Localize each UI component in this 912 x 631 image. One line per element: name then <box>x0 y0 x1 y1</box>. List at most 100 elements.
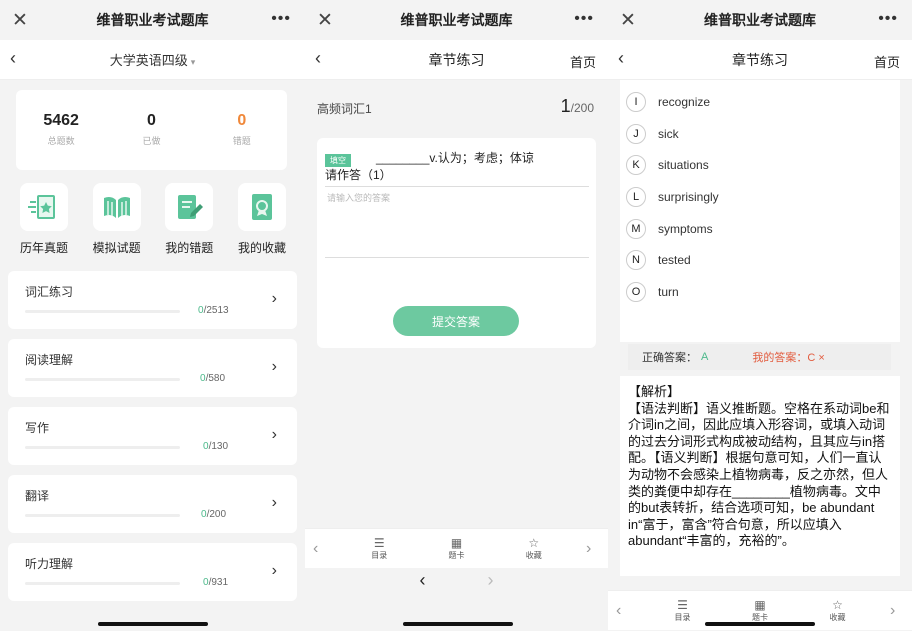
option-key: O <box>626 281 646 302</box>
answer-card-button[interactable]: ▦ 题卡 <box>432 536 482 561</box>
back-icon[interactable]: ‹ <box>10 48 16 69</box>
fav-label: 收藏 <box>829 613 846 622</box>
option-i[interactable]: Irecognize <box>620 86 900 118</box>
browser-back-icon[interactable]: ‹ <box>420 570 426 602</box>
progress-bar <box>25 514 180 517</box>
answer-card-button[interactable]: ▦ 题卡 <box>735 598 785 623</box>
home-link[interactable]: 首页 <box>570 52 596 71</box>
option-key: M <box>626 218 646 239</box>
nav-bar: ‹ 大学英语四级 ▾ <box>0 40 305 80</box>
option-text: symptoms <box>658 221 713 236</box>
quick-favorites[interactable]: 我的收藏 <box>226 183 298 256</box>
chevron-right-icon: › <box>271 494 277 511</box>
stat-label: 错题 <box>232 136 251 146</box>
home-indicator <box>403 622 513 626</box>
option-text: turn <box>658 284 679 299</box>
progress-count: 0/931 <box>203 577 228 588</box>
progress-bar <box>25 446 180 449</box>
option-j[interactable]: Jsick <box>620 118 900 150</box>
quick-wrong-questions[interactable]: 我的错题 <box>153 183 225 256</box>
close-icon[interactable]: ✕ <box>12 9 28 32</box>
option-l[interactable]: Lsurprisingly <box>620 181 900 213</box>
total-count: /931 <box>208 577 229 588</box>
favorite-button[interactable]: ☆ 收藏 <box>813 598 863 623</box>
favorite-button[interactable]: ☆ 收藏 <box>509 536 559 561</box>
quick-links: 历年真题 模拟试题 我的错题 我的收藏 <box>8 183 298 256</box>
option-o[interactable]: Oturn <box>620 276 900 308</box>
close-icon[interactable]: ✕ <box>620 9 636 32</box>
section-card-translation[interactable]: 翻译 0/200 › <box>8 475 297 533</box>
book-icon <box>92 183 141 231</box>
star-icon: ☆ <box>832 598 843 612</box>
question-text: ________v.认为；考虑；体谅 <box>376 151 534 165</box>
more-icon[interactable]: ••• <box>271 10 291 28</box>
section-title: 写作 <box>25 421 50 435</box>
option-n[interactable]: Ntested <box>620 244 900 276</box>
star-icon: ☆ <box>528 536 540 550</box>
progress-count: 0/130 <box>203 441 228 452</box>
question-counter: 1/200 <box>561 96 594 117</box>
quick-label: 我的错题 <box>165 241 214 255</box>
back-icon[interactable]: ‹ <box>618 48 624 69</box>
total-count: /2513 <box>203 305 229 316</box>
list-icon: ☰ <box>373 536 385 550</box>
question-group: 高频词汇1 <box>317 102 372 116</box>
quick-label: 历年真题 <box>19 241 68 255</box>
home-indicator <box>705 622 815 626</box>
page-title: 章节练习 <box>428 51 485 68</box>
chevron-right-icon[interactable]: › <box>890 602 904 620</box>
section-title: 听力理解 <box>25 557 74 571</box>
catalog-label: 目录 <box>674 613 691 622</box>
section-title: 词汇练习 <box>25 285 74 299</box>
progress-count: 0/200 <box>201 509 226 520</box>
current-number: 1 <box>560 96 571 116</box>
catalog-button[interactable]: ☰ 目录 <box>354 536 404 561</box>
chevron-right-icon: › <box>271 290 277 307</box>
chevron-left-icon[interactable]: ‹ <box>313 540 327 558</box>
stat-label: 已做 <box>142 136 161 146</box>
submit-answer-button[interactable]: 提交答案 <box>393 306 519 336</box>
browser-forward-icon[interactable]: › <box>488 570 494 602</box>
browser-pager: ‹ › <box>305 570 608 602</box>
stat-total: 5462 总题数 <box>21 112 101 170</box>
section-card-vocab[interactable]: 词汇练习 0/2513 › <box>8 271 297 329</box>
section-card-listening[interactable]: 听力理解 0/931 › <box>8 543 297 601</box>
stat-label: 总题数 <box>47 136 75 146</box>
quick-past-exams[interactable]: 历年真题 <box>8 183 80 256</box>
more-icon[interactable]: ••• <box>574 10 594 28</box>
option-m[interactable]: Msymptoms <box>620 213 900 245</box>
question-card: 填空 ________v.认为；考虑；体谅 请作答（1） 请输入您的答案 提交答… <box>317 138 596 348</box>
section-title: 阅读理解 <box>25 353 74 367</box>
stat-value: 0 <box>237 112 247 129</box>
stat-done: 0 已做 <box>111 112 191 170</box>
app-title: 维普职业考试题库 <box>96 12 209 28</box>
option-key: J <box>626 123 646 144</box>
section-card-writing[interactable]: 写作 0/130 › <box>8 407 297 465</box>
option-k[interactable]: Ksituations <box>620 149 900 181</box>
home-link[interactable]: 首页 <box>874 52 900 71</box>
quick-mock-tests[interactable]: 模拟试题 <box>81 183 153 256</box>
chevron-right-icon[interactable]: › <box>586 540 600 558</box>
subject-label: 大学英语四级 <box>109 53 188 68</box>
nav-bar: ‹ 章节练习 首页 <box>305 40 608 80</box>
catalog-label: 目录 <box>371 551 388 560</box>
option-text: situations <box>658 158 709 173</box>
grid-icon: ▦ <box>754 598 766 612</box>
back-icon[interactable]: ‹ <box>315 48 321 69</box>
close-icon[interactable]: ✕ <box>317 9 333 32</box>
more-icon[interactable]: ••• <box>878 10 898 28</box>
answer-result: 正确答案： A 我的答案：C × <box>628 344 891 370</box>
favorite-badge-icon <box>237 183 286 231</box>
progress-bar <box>25 310 180 313</box>
total-number: /200 <box>570 101 594 115</box>
panel-question: ✕ 维普职业考试题库 ••• ‹ 章节练习 首页 高频词汇1 1/200 填空 … <box>305 0 608 631</box>
app-title: 维普职业考试题库 <box>400 12 513 28</box>
catalog-button[interactable]: ☰ 目录 <box>658 598 708 623</box>
section-card-reading[interactable]: 阅读理解 0/580 › <box>8 339 297 397</box>
chevron-left-icon[interactable]: ‹ <box>616 602 630 620</box>
answer-input[interactable]: 请输入您的答案 <box>325 186 589 258</box>
subject-selector[interactable]: 大学英语四级 ▾ <box>110 50 196 69</box>
panel-home: ✕ 维普职业考试题库 ••• ‹ 大学英语四级 ▾ 5462 总题数 0 已做 0 错题… <box>0 0 305 631</box>
analysis-text: 【解析】 【语法判断】语义推断题。空格在系动词be和介词in之间，因此应填入形容… <box>620 376 900 576</box>
option-text: recognize <box>658 94 711 109</box>
